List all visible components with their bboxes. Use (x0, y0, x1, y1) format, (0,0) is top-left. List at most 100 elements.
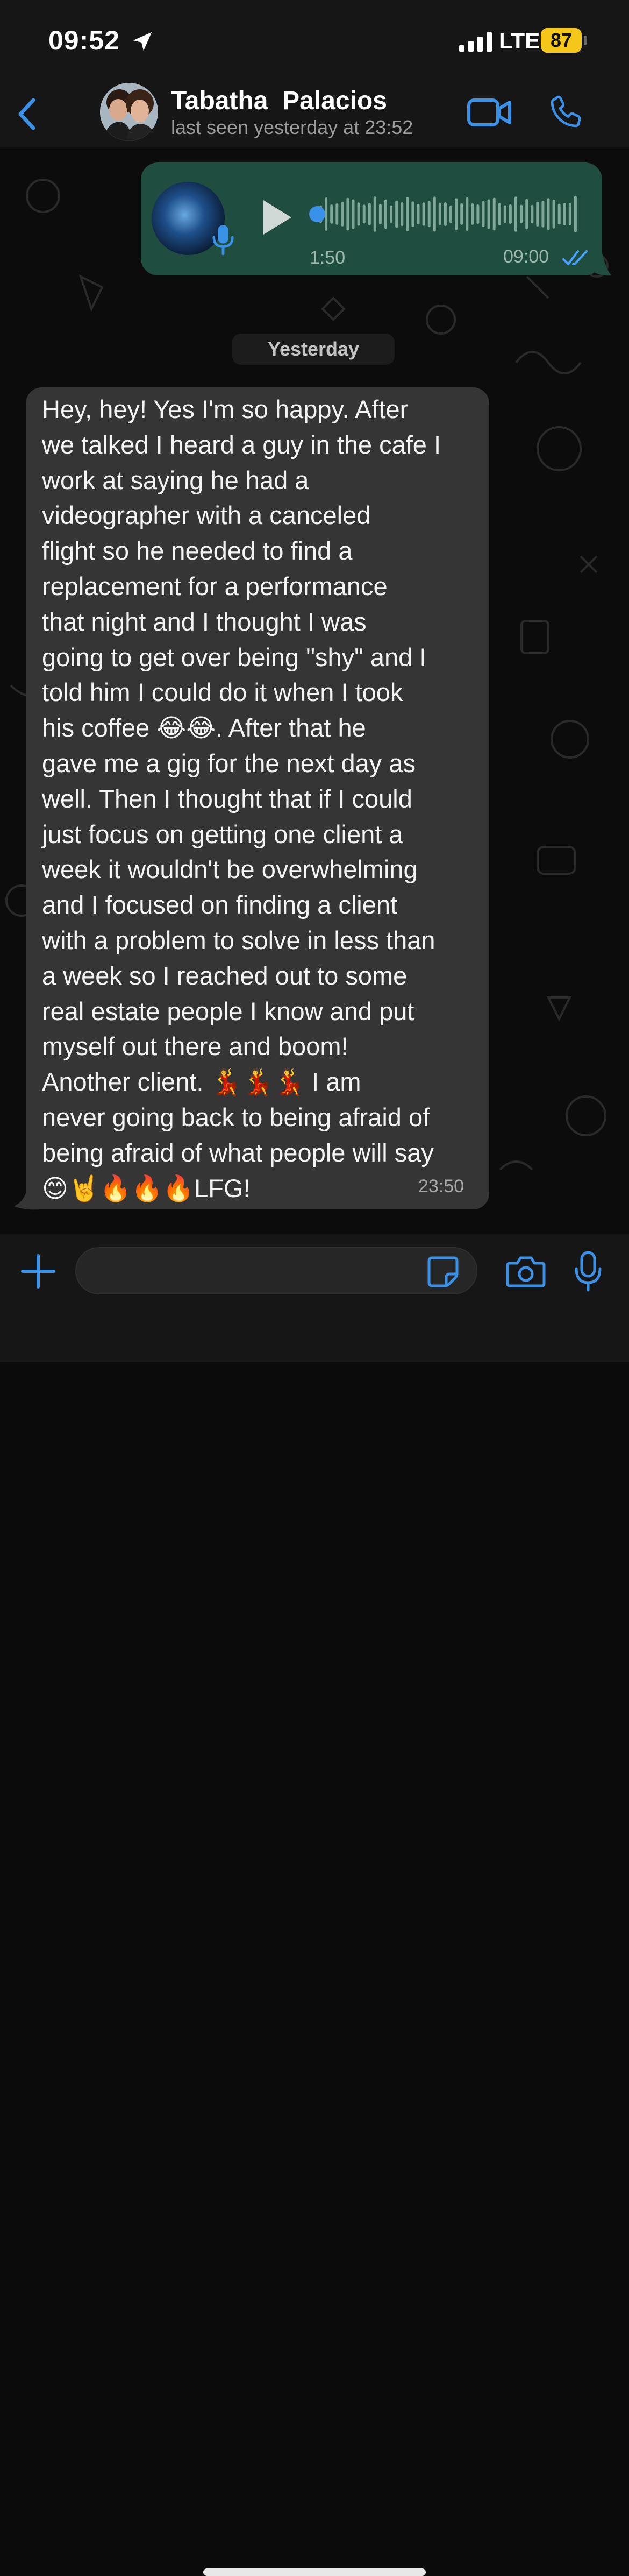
incoming-message-bubble[interactable]: Hey, hey! Yes I'm so happy. After we tal… (26, 387, 489, 1209)
double-check-icon (562, 250, 588, 265)
play-icon[interactable] (255, 195, 298, 240)
message-line: gave me a gig for the next day as (42, 748, 416, 777)
voice-duration: 1:50 (310, 247, 346, 268)
waveform-bar (568, 203, 571, 225)
message-line: videographer with a canceled (42, 501, 371, 530)
message-line: real estate people I know and put (42, 996, 414, 1025)
message-line: replacement for a performance (42, 571, 388, 600)
battery-icon: 87 (541, 28, 582, 53)
sticker-icon[interactable] (426, 1255, 460, 1289)
message-line: going to get over being "shy" and I (42, 642, 427, 671)
waveform-bar (449, 205, 452, 223)
waveform-bar (438, 203, 441, 225)
microphone-icon (212, 225, 234, 256)
contact-name[interactable]: Tabatha Palacios (171, 86, 387, 116)
waveform-bar (482, 201, 485, 228)
waveform-bar (411, 201, 414, 227)
microphone-icon[interactable] (572, 1250, 604, 1292)
waveform-bar (514, 196, 517, 232)
waveform-bar (520, 204, 523, 224)
message-line: well. Then I thought that if I could (42, 784, 412, 813)
playback-scrubber[interactable] (309, 206, 325, 222)
message-line: a week so I reached out to some (42, 961, 408, 990)
waveform-bar (466, 197, 469, 231)
waveform-bar (373, 196, 376, 232)
waveform-bar (547, 198, 550, 230)
avatar[interactable] (100, 83, 158, 141)
camera-icon[interactable] (505, 1255, 546, 1289)
avatar-image (100, 83, 158, 141)
voice-waveform[interactable] (309, 195, 582, 233)
message-input[interactable] (75, 1247, 477, 1294)
message-line: myself out there and boom! (42, 1032, 348, 1061)
message-line: we talked I heard a guy in the cafe I (42, 430, 441, 459)
waveform-bar (422, 202, 425, 226)
waveform-bar (352, 199, 355, 229)
location-arrow-icon (133, 32, 152, 51)
message-line: flight so he needed to find a (42, 536, 353, 565)
signal-icon (459, 32, 492, 52)
waveform-bar (574, 196, 577, 232)
last-seen-status: last seen yesterday at 23:52 (171, 116, 413, 138)
waveform-bar (536, 201, 539, 227)
message-line: that night and I thought I was (42, 607, 367, 636)
message-line: his coffee 😂😂. After that he (42, 713, 366, 742)
message-line: Hey, hey! Yes I'm so happy. After (42, 395, 409, 423)
waveform-bar (444, 202, 447, 226)
home-indicator (203, 2568, 426, 2576)
waveform-bar (433, 196, 436, 232)
battery-tip (584, 36, 587, 45)
status-time: 09:52 (48, 25, 120, 55)
waveform-bar (460, 203, 463, 225)
message-timestamp: 23:50 (418, 1176, 464, 1197)
bubble-tail (14, 1185, 41, 1210)
date-divider: Yesterday (232, 334, 395, 365)
waveform-bar (427, 201, 431, 228)
message-line: being afraid of what people will say (42, 1138, 434, 1167)
waveform-bar (401, 202, 404, 227)
message-line: told him I could do it when I took (42, 678, 403, 707)
waveform-bar (487, 199, 490, 229)
message-line: with a problem to solve in less than (42, 925, 435, 954)
message-line: and I focused on finding a client (42, 890, 398, 919)
message-line: week it wouldn't be overwhelming (42, 855, 418, 884)
video-call-icon[interactable] (467, 94, 512, 131)
chat-area[interactable]: 1:50 09:00 Yesterday Hey, hey! Yes I'm s… (0, 147, 629, 1234)
waveform-bar (503, 205, 506, 223)
waveform-bar (541, 201, 545, 228)
waveform-bar (330, 204, 333, 224)
phone-icon[interactable] (547, 91, 585, 132)
message-line: just focus on getting one client a (42, 819, 403, 848)
plus-icon[interactable] (19, 1252, 57, 1290)
bubble-tail (590, 253, 612, 276)
waveform-bar (417, 204, 420, 224)
waveform-bar (525, 199, 528, 230)
waveform-bar (476, 204, 480, 224)
voice-message-bubble[interactable]: 1:50 09:00 (141, 162, 602, 275)
waveform-bar (357, 202, 360, 226)
waveform-bar (378, 204, 382, 224)
waveform-bar (390, 205, 393, 223)
waveform-bar (471, 203, 474, 225)
waveform-bar (406, 197, 409, 231)
waveform-bar (368, 203, 371, 225)
waveform-bar (341, 202, 344, 227)
back-chevron-icon (18, 98, 35, 130)
waveform-bar (531, 204, 534, 224)
voice-timestamp: 09:00 (503, 246, 549, 267)
status-bar: 09:52 LTE 87 (0, 0, 629, 81)
waveform-bar (509, 204, 512, 224)
composer-bar (0, 1234, 629, 2576)
waveform-bar (346, 197, 349, 231)
message-line: Another client. 💃💃💃 I am (42, 1067, 361, 1096)
waveform-bar (362, 204, 366, 224)
message-text: Hey, hey! Yes I'm so happy. After we tal… (42, 392, 488, 1206)
waveform-bar (552, 200, 555, 229)
waveform-bar (557, 203, 561, 225)
back-button[interactable] (11, 93, 43, 136)
waveform-bar (455, 198, 458, 230)
waveform-bar (335, 203, 339, 225)
waveform-bar (384, 199, 387, 229)
network-label: LTE (499, 28, 540, 53)
waveform-bar (498, 203, 501, 225)
